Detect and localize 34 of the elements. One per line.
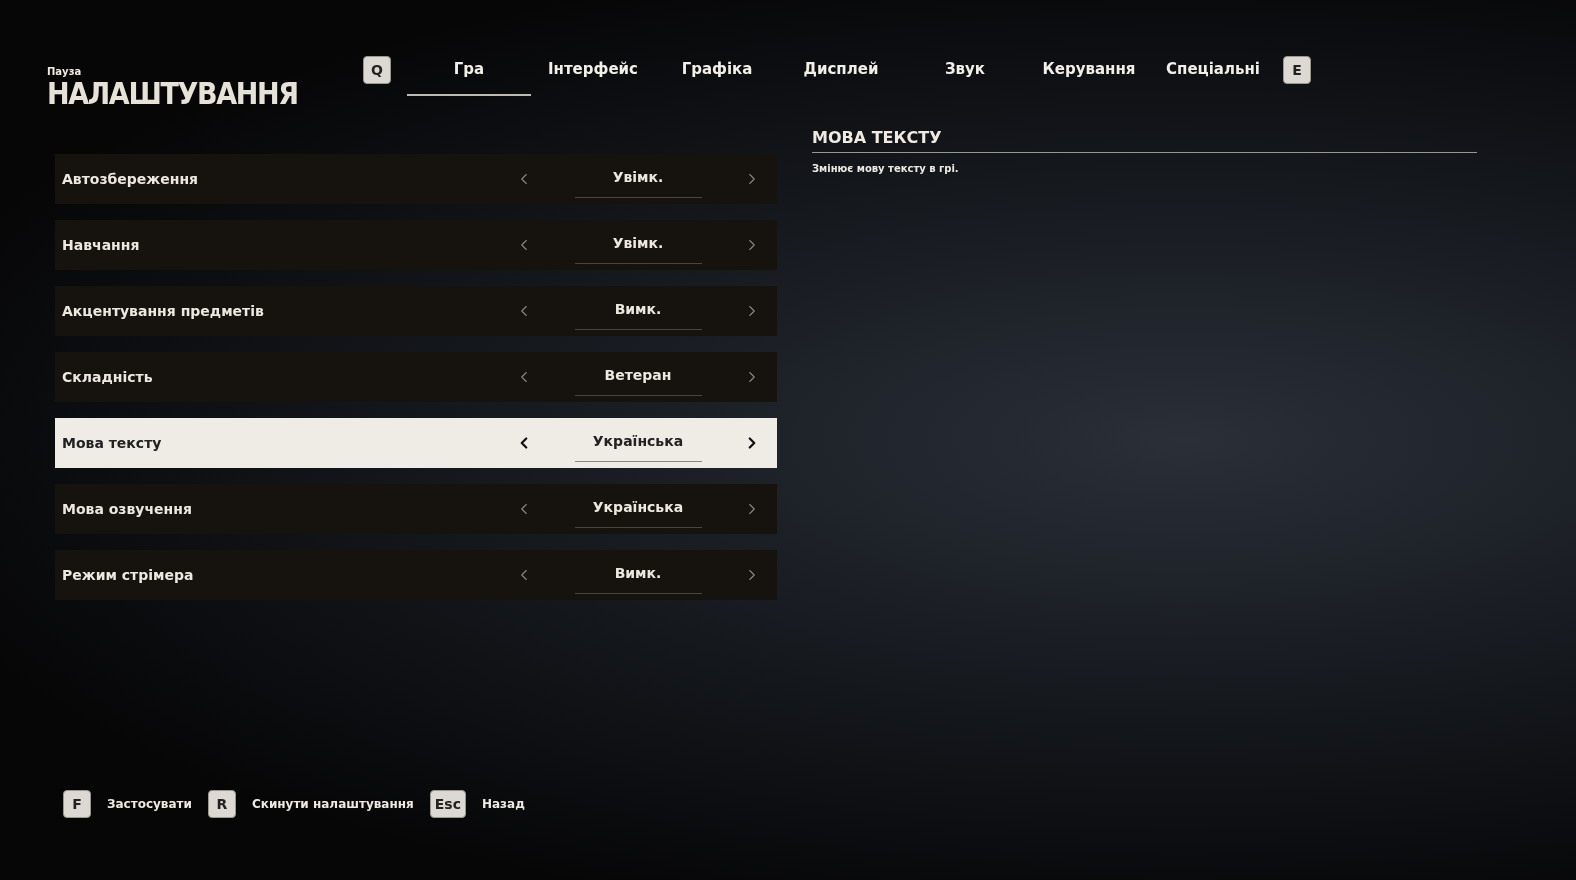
tab[interactable]: Інтерфейс <box>531 44 655 96</box>
setting-value: Українська <box>592 497 684 517</box>
setting-value: Ветеран <box>604 365 672 385</box>
action-label: Скинути налаштування <box>251 796 414 813</box>
breadcrumb: Пауза <box>47 66 83 78</box>
setting-label: Складність <box>62 367 154 387</box>
setting-label: Мова тексту <box>62 433 163 453</box>
previous-tab-key[interactable]: Q <box>363 56 391 84</box>
setting-label: Мова озвучення <box>62 499 193 519</box>
tab[interactable]: Графіка <box>655 44 779 96</box>
tab[interactable]: Звук <box>903 44 1027 96</box>
setting-value: Увімк. <box>612 233 664 253</box>
tab[interactable]: Спеціальні <box>1151 44 1275 96</box>
page-title: НАЛАШТУВАННЯ <box>47 78 299 110</box>
action-label: Застосувати <box>107 796 192 813</box>
key-hint[interactable]: R <box>207 790 236 818</box>
action-label: Назад <box>481 796 525 813</box>
description-title: МОВА ТЕКСТУ <box>812 126 1477 153</box>
description-text: Змінює мову тексту в грі. <box>812 162 960 176</box>
tab[interactable]: Керування <box>1027 44 1151 96</box>
setting-label: Навчання <box>62 235 141 255</box>
key-hint[interactable]: F <box>63 790 91 818</box>
next-tab-key[interactable]: E <box>1283 56 1311 84</box>
setting-value: Вимк. <box>614 299 662 319</box>
setting-label: Автозбереження <box>62 169 200 189</box>
tab[interactable]: Дисплей <box>779 44 903 96</box>
setting-value: Вимк. <box>614 563 662 583</box>
setting-label: Акцентування предметів <box>62 301 265 321</box>
key-hint[interactable]: Esc <box>429 790 466 818</box>
tab[interactable]: Гра <box>407 44 531 96</box>
setting-label: Режим стрімера <box>62 565 195 585</box>
setting-row[interactable]: Мова тексту Українська <box>55 418 777 468</box>
setting-value: Увімк. <box>612 167 664 187</box>
setting-value: Українська <box>592 431 684 451</box>
